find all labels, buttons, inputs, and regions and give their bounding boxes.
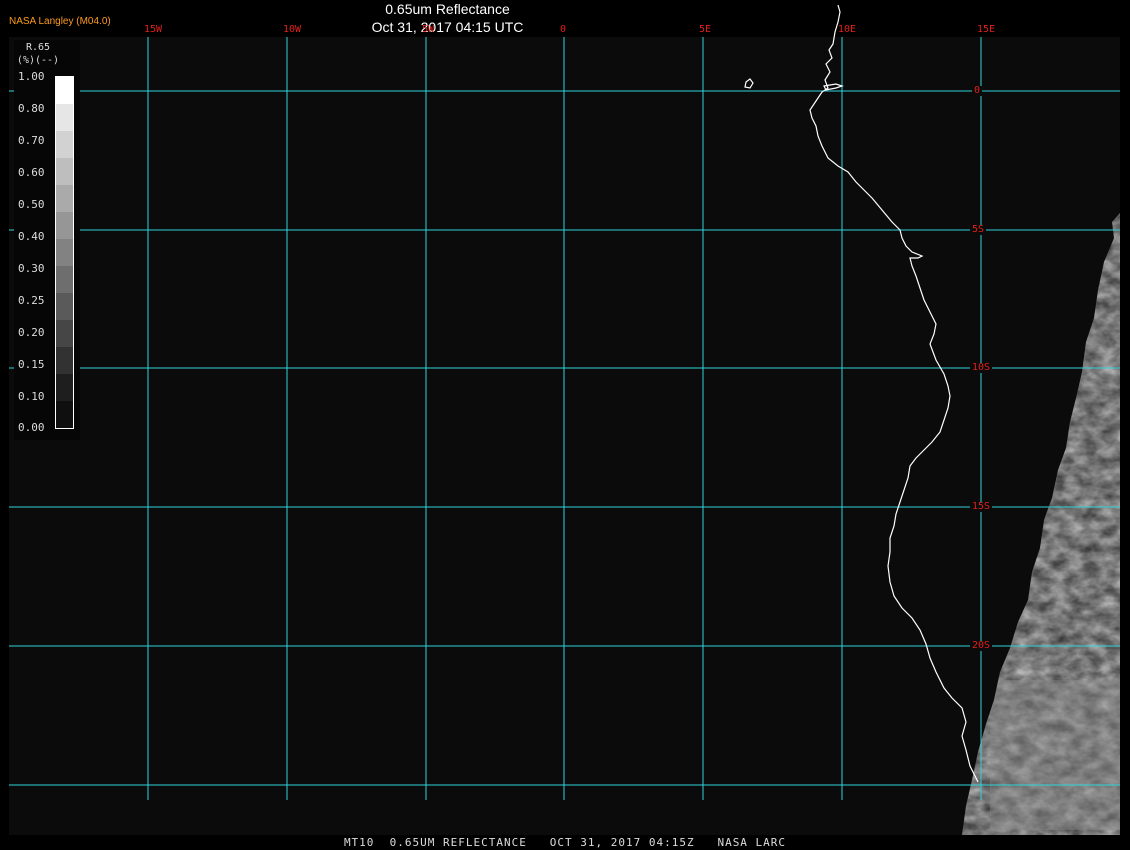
- colorbar-tick-label: 0.50: [18, 198, 45, 211]
- producer-label: NASA Langley (M04.0): [9, 16, 111, 27]
- colorbar-segment: [56, 347, 73, 375]
- latitude-label: 15S: [970, 501, 993, 512]
- colorbar-tick-label: 0.70: [18, 134, 45, 147]
- latitude-label: 5S: [970, 224, 987, 235]
- latitude-label: 10S: [970, 362, 993, 373]
- colorbar-scale: [55, 76, 74, 429]
- colorbar-tick-label: 0.15: [18, 358, 45, 371]
- image-datetime: Oct 31, 2017 04:15 UTC: [371, 19, 524, 35]
- colorbar-tick-label: 0.30: [18, 262, 45, 275]
- colorbar-segment: [56, 293, 73, 321]
- colorbar-tick-label: 1.00: [18, 70, 45, 83]
- colorbar-segment: [56, 401, 73, 428]
- colorbar-segment: [56, 77, 73, 105]
- graticule: [9, 37, 1120, 800]
- colorbar-tick-label: 0.20: [18, 326, 45, 339]
- latitude-label: 0: [972, 85, 983, 96]
- longitude-label: 10W: [283, 24, 302, 35]
- footer-caption: MT10 0.65UM REFLECTANCE OCT 31, 2017 04:…: [343, 836, 787, 849]
- image-frame: 0.65um Reflectance Oct 31, 2017 04:15 UT…: [0, 0, 1130, 850]
- image-title: 0.65um Reflectance: [385, 1, 510, 17]
- map-overlay: [9, 4, 1120, 835]
- colorbar-segment: [56, 131, 73, 159]
- colorbar-tick-label: 0.80: [18, 102, 45, 115]
- colorbar-units-text: (--): [34, 55, 60, 66]
- colorbar-tick-label: 0.10: [18, 390, 45, 403]
- colorbar-legend: R.65 (%)(--) 1.00 0.80 0.70 0.60 0.50 0.40 0.3…: [14, 40, 80, 440]
- latitude-label: 20S: [970, 640, 993, 651]
- island-bioko: [744, 78, 754, 89]
- colorbar-segment: [56, 185, 73, 213]
- colorbar-tick-label: 0.25: [18, 294, 45, 307]
- colorbar-segment: [56, 212, 73, 240]
- colorbar-tick-label: 0.40: [18, 230, 45, 243]
- longitude-label: 10E: [838, 24, 857, 35]
- longitude-label: 5E: [699, 24, 712, 35]
- colorbar-tick-label: 0.60: [18, 166, 45, 179]
- colorbar-tick-label: 0.00: [18, 421, 45, 434]
- longitude-label: 15E: [977, 24, 996, 35]
- longitude-label: 0: [560, 24, 567, 35]
- colorbar-segment: [56, 374, 73, 402]
- colorbar-segment: [56, 266, 73, 294]
- longitude-label: 15W: [144, 24, 163, 35]
- coastline: [809, 4, 979, 783]
- colorbar-segment: [56, 320, 73, 348]
- colorbar-variable: R.65: [25, 42, 51, 53]
- colorbar-segment: [56, 239, 73, 267]
- colorbar-units: (%)(--): [14, 56, 62, 66]
- colorbar-units-prefix: (%): [16, 55, 35, 66]
- cloud-swath: [962, 213, 1120, 835]
- colorbar-segment: [56, 158, 73, 186]
- longitude-label: 5W: [422, 24, 435, 35]
- colorbar-segment: [56, 104, 73, 132]
